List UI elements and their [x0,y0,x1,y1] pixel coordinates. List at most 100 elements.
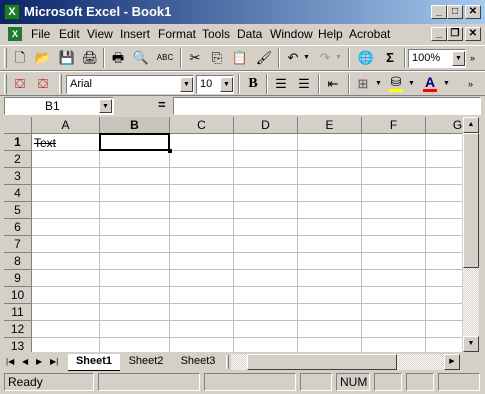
menu-format[interactable]: Format [158,27,196,41]
hyperlink-icon[interactable]: 🌐 [356,48,376,68]
menu-acrobat[interactable]: Acrobat [349,27,390,41]
row-header-6[interactable]: 6 [4,219,32,236]
font-size-dropdown-icon[interactable]: ▼ [220,77,233,92]
minimize-button[interactable]: _ [431,5,447,19]
menu-file[interactable]: File [31,27,50,41]
row-header-9[interactable]: 9 [4,270,32,287]
column-header-b[interactable]: B [100,117,170,134]
tab-split-handle[interactable] [226,355,229,369]
paste-icon[interactable]: 📋 [230,48,250,68]
column-header-g[interactable]: G [426,117,462,134]
next-sheet-icon[interactable]: ▶ [36,357,42,366]
menu-help[interactable]: Help [318,27,343,41]
align-left-icon[interactable]: ☰ [271,74,291,94]
first-sheet-icon[interactable]: |◀ [6,357,14,366]
menu-window[interactable]: Window [270,27,313,41]
horizontal-scroll-thumb[interactable] [247,354,397,370]
scroll-up-button[interactable]: ▲ [463,117,479,133]
fill-color-dropdown-icon[interactable]: ▼ [408,80,415,87]
borders-dropdown-icon[interactable]: ▼ [375,80,382,87]
toolbar-grip[interactable] [59,74,62,94]
row-header-2[interactable]: 2 [4,151,32,168]
spelling-icon[interactable]: ABC [155,48,175,68]
new-icon[interactable]: 🗋 [10,48,30,68]
select-all-corner[interactable] [4,117,32,134]
undo-dropdown-icon[interactable]: ▼ [303,54,310,61]
row-header-8[interactable]: 8 [4,253,32,270]
print-icon[interactable]: 🖶 [108,48,128,68]
column-header-a[interactable]: A [32,117,100,134]
font-color-dropdown-icon[interactable]: ▼ [443,80,450,87]
row-header-13[interactable]: 13 [4,338,32,352]
row-header-12[interactable]: 12 [4,321,32,338]
open-icon[interactable]: 📂 [33,48,53,68]
doc-minimize-button[interactable]: _ [431,27,447,41]
copy-icon[interactable]: ⎘ [207,48,227,68]
grid-line [32,320,462,321]
grid-line [32,218,462,219]
prev-sheet-icon[interactable]: ◀ [22,357,28,366]
row-header-3[interactable]: 3 [4,168,32,185]
format-painter-icon[interactable]: 🖌 [254,48,274,68]
decrease-indent-icon[interactable]: ⇤ [323,74,343,94]
fill-handle[interactable] [168,149,172,153]
row-header-11[interactable]: 11 [4,304,32,321]
column-header-c[interactable]: C [170,117,234,134]
borders-icon[interactable]: ⊞ [353,74,373,94]
cut-icon[interactable]: ✂ [185,48,205,68]
doc-close-button[interactable]: ✕ [465,27,481,41]
row-header-5[interactable]: 5 [4,202,32,219]
toolbar-grip[interactable] [4,48,7,68]
close-button[interactable]: ✕ [465,5,481,19]
pdf-email-icon[interactable]: ⛋ [33,74,53,94]
align-center-icon[interactable]: ☰ [294,74,314,94]
toolbar-options-icon[interactable]: » [470,53,475,63]
row-header-1[interactable]: 1 [4,134,32,151]
redo-icon[interactable]: ↷ [315,48,335,68]
autosum-icon[interactable]: Σ [380,48,400,68]
menu-insert[interactable]: Insert [120,27,150,41]
active-cell-b1[interactable] [99,133,170,151]
insert-function-equals[interactable]: = [158,97,166,112]
worksheet-grid[interactable]: A B C D E F G 1 2 3 4 5 6 7 8 9 10 11 12… [4,117,462,352]
undo-icon[interactable]: ↶ [283,48,303,68]
zoom-dropdown-icon[interactable]: ▼ [452,51,465,66]
font-name-dropdown-icon[interactable]: ▼ [180,77,193,92]
save-icon[interactable]: 💾 [57,48,77,68]
menu-data[interactable]: Data [237,27,262,41]
toolbar-separator [180,48,182,68]
column-header-e[interactable]: E [298,117,362,134]
sheet-tab-sheet1[interactable]: Sheet1 [68,354,120,371]
bold-button[interactable]: B [243,74,263,94]
menu-edit[interactable]: Edit [59,27,80,41]
toolbar-grip[interactable] [4,74,7,94]
doc-restore-button[interactable]: ❐ [447,27,463,41]
toolbar-separator [404,48,406,68]
column-header-f[interactable]: F [362,117,426,134]
row-header-4[interactable]: 4 [4,185,32,202]
cell-a1[interactable]: Text [34,136,56,150]
sheet-tab-sheet3[interactable]: Sheet3 [176,354,220,370]
name-box-dropdown-icon[interactable]: ▼ [99,99,112,113]
redo-dropdown-icon[interactable]: ▼ [335,54,342,61]
menu-view[interactable]: View [87,27,113,41]
permission-icon[interactable]: 🖨 [80,48,100,68]
row-header-7[interactable]: 7 [4,236,32,253]
last-sheet-icon[interactable]: ▶| [50,357,58,366]
formula-input[interactable] [173,97,481,115]
sheet-tab-sheet2[interactable]: Sheet2 [124,354,168,370]
row-header-10[interactable]: 10 [4,287,32,304]
scroll-right-button[interactable]: ▶ [444,354,460,370]
workbook-icon[interactable]: X [8,27,22,41]
print-preview-icon[interactable]: 🔍 [131,48,151,68]
toolbar-options-icon[interactable]: » [468,79,473,89]
scroll-down-button[interactable]: ▼ [463,336,479,352]
excel-app-icon[interactable]: X [4,4,20,20]
column-header-d[interactable]: D [234,117,298,134]
name-box[interactable]: B1 [4,97,114,115]
menu-tools[interactable]: Tools [202,27,230,41]
maximize-button[interactable]: □ [447,5,463,19]
vertical-scroll-thumb[interactable] [463,133,479,268]
pdf-convert-icon[interactable]: ⛋ [10,74,30,94]
font-name-combo[interactable]: Arial [66,75,194,94]
